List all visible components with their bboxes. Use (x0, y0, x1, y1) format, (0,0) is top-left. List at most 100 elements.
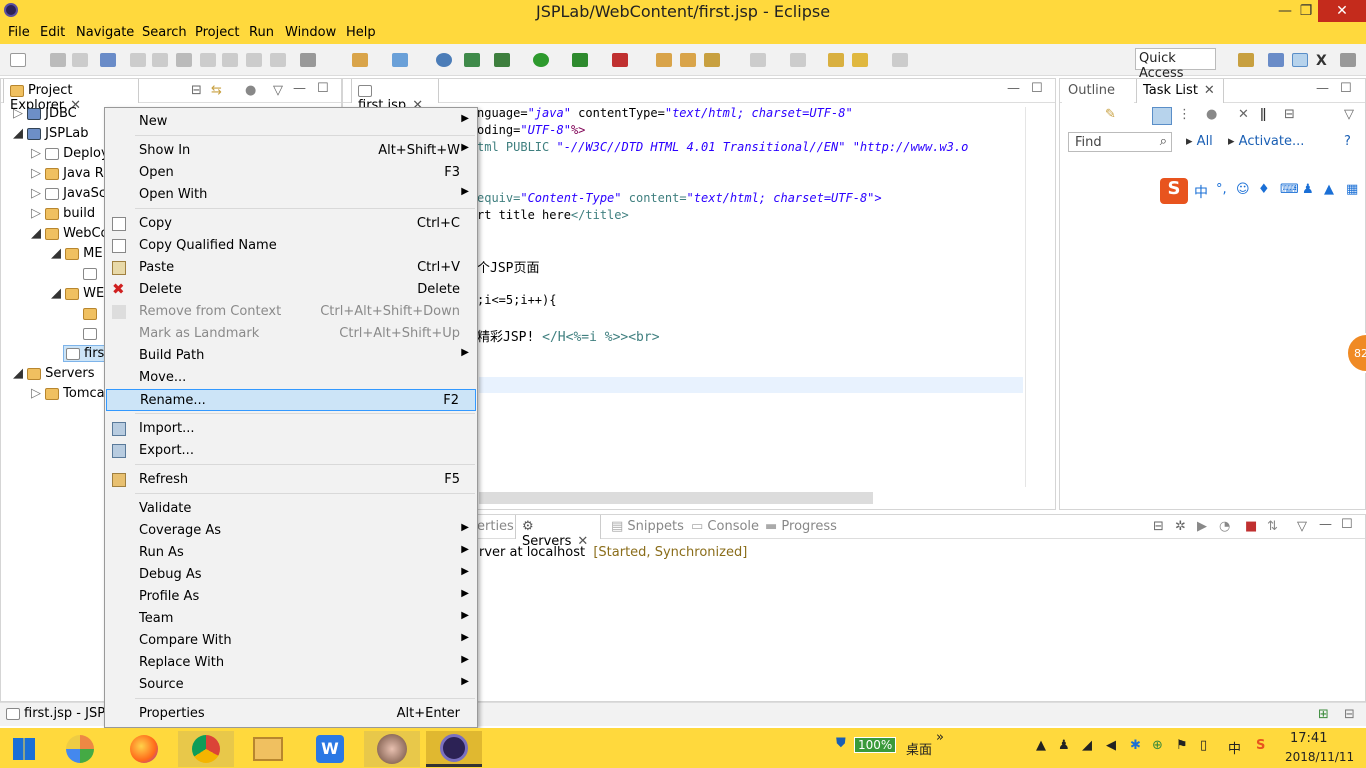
eclipse-taskbar-icon[interactable] (426, 731, 482, 767)
step-into-icon[interactable] (222, 53, 238, 67)
tab-properties[interactable]: erties (477, 519, 514, 534)
maximize-view-icon[interactable]: ☐ (317, 81, 329, 96)
run-icon[interactable] (533, 53, 549, 67)
quick-access-field[interactable]: Quick Access (1135, 48, 1216, 81)
menu-item-open-with[interactable]: Open With ▶ (106, 184, 476, 206)
debug-perspective-icon[interactable] (1292, 53, 1308, 67)
ime-indicator[interactable]: 中 (1228, 738, 1241, 757)
tab-project-explorer[interactable]: Project Explorer ✕ (3, 79, 139, 113)
debug-server-icon[interactable]: ✲ (1175, 519, 1186, 534)
collapse-all-icon[interactable]: ⊟ (1153, 519, 1164, 534)
activate-link[interactable]: ▸ Activate... (1228, 134, 1304, 149)
tab-outline[interactable]: Outline (1062, 79, 1134, 103)
menu-item-source[interactable]: Source ▶ (106, 674, 476, 696)
view-menu-icon[interactable]: ▽ (1344, 107, 1354, 122)
minimize-view-icon[interactable]: — (293, 81, 306, 96)
tree-item-manifest[interactable] (83, 266, 101, 281)
menu-item-profile-as[interactable]: Profile As ▶ (106, 586, 476, 608)
notification-icon[interactable]: ♟ (1058, 738, 1070, 753)
menu-item-compare-with[interactable]: Compare With ▶ (106, 630, 476, 652)
menu-item-remove-from-context[interactable]: Remove from Context Ctrl+Alt+Shift+Down (106, 301, 476, 323)
menu-item-debug-as[interactable]: Debug As ▶ (106, 564, 476, 586)
app-tray-icon[interactable]: ⊕ (1152, 738, 1163, 753)
all-link[interactable]: ▸ All (1186, 134, 1213, 149)
forward-icon[interactable] (892, 53, 908, 67)
tree-item-deploy[interactable]: ▷ Deploy (31, 146, 109, 161)
hide-completed-icon[interactable]: ✕ (1238, 107, 1249, 122)
code-line-5[interactable]: rt title here</title> (477, 208, 629, 222)
tree-item-webcontent[interactable]: ◢ WebCo (31, 226, 109, 241)
menu-project[interactable]: Project (195, 25, 239, 40)
menu-item-refresh[interactable]: Refresh F5 (106, 469, 476, 491)
horizontal-scrollbar[interactable] (479, 492, 873, 504)
help-icon[interactable]: ? (1344, 134, 1351, 149)
menu-item-properties[interactable]: Properties Alt+Enter (106, 703, 476, 725)
publish-icon[interactable]: ⇅ (1267, 519, 1278, 534)
tablet-icon[interactable]: ▯ (1200, 738, 1207, 753)
new-server-icon[interactable] (352, 53, 368, 67)
menu-item-copy[interactable]: Copy Ctrl+C (106, 213, 476, 235)
collapse-icon[interactable]: ⊟ (1284, 107, 1295, 122)
menu-search[interactable]: Search (142, 25, 187, 40)
tab-progress[interactable]: ▬ Progress (765, 519, 837, 534)
tree-item-lib[interactable] (83, 306, 101, 321)
step-return-icon[interactable] (270, 53, 286, 67)
menu-window[interactable]: Window (285, 25, 336, 40)
menu-item-paste[interactable]: Paste Ctrl+V (106, 257, 476, 279)
menu-item-import[interactable]: Import... (106, 418, 476, 440)
close-button[interactable]: ✕ (1318, 0, 1366, 22)
sogou-tray-icon[interactable]: S (1256, 738, 1265, 753)
chevron-icon[interactable]: » (936, 730, 944, 745)
disconnect-icon[interactable] (200, 53, 216, 67)
step-over-icon[interactable] (246, 53, 262, 67)
tree-item-first-jsp[interactable]: firs (63, 345, 108, 362)
star-icon[interactable]: ✱ (1130, 738, 1141, 753)
tree-item-build[interactable]: ▷ build (31, 206, 95, 221)
tree-item-servers[interactable]: ◢ Servers (13, 366, 95, 381)
new-task-icon[interactable]: ✎ (1105, 107, 1116, 122)
vertical-scrollbar[interactable] (1025, 107, 1026, 487)
focus-icon[interactable]: ● (1206, 107, 1217, 122)
tree-item-java-resources[interactable]: ▷ Java R (31, 166, 104, 181)
scheduled-icon[interactable]: ⋮ (1178, 107, 1191, 122)
tab-console[interactable]: ▭ Console (691, 519, 759, 534)
volume-icon[interactable]: ◀ (1106, 738, 1116, 753)
open-task-icon[interactable] (680, 53, 696, 67)
menu-item-mark-as-landmark[interactable]: Mark as Landmark Ctrl+Alt+Shift+Up (106, 323, 476, 345)
menu-file[interactable]: File (8, 25, 30, 40)
run-coverage-icon[interactable] (572, 53, 588, 67)
filter-icon[interactable]: ● (245, 83, 256, 98)
menu-edit[interactable]: Edit (40, 25, 65, 40)
show-hidden-icon[interactable]: ▲ (1036, 738, 1046, 753)
menu-item-validate[interactable]: Validate (106, 498, 476, 520)
shield-icon[interactable]: ⛊ (836, 736, 846, 751)
tree-item-jdbc[interactable]: ▷ JDBC (13, 106, 77, 121)
menu-item-rename[interactable]: Rename... F2 (106, 389, 476, 411)
globe-icon[interactable] (436, 53, 452, 67)
skip-breakpoints-icon[interactable] (100, 53, 116, 67)
link-editor-icon[interactable]: ⇆ (211, 83, 222, 98)
code-line-1[interactable]: nguage="java" contentType="text/html; ch… (477, 106, 853, 120)
ime-toolbar[interactable]: S 中 °, ☺ ♦ ⌨ ♟ ▲ ▦ (1160, 178, 1360, 204)
stop-server-icon[interactable]: ■ (1245, 519, 1257, 534)
open-type-icon[interactable] (656, 53, 672, 67)
tab-first-jsp[interactable]: first.jsp ✕ (351, 79, 439, 113)
menu-item-delete[interactable]: ✖ Delete Delete (106, 279, 476, 301)
menu-item-run-as[interactable]: Run As ▶ (106, 542, 476, 564)
server-row[interactable]: rver at localhost [Started, Synchronized… (479, 545, 747, 560)
tree-item-meta-inf[interactable]: ◢ ME (51, 246, 103, 261)
find-input[interactable]: Find ⌕ (1068, 132, 1172, 152)
tab-snippets[interactable]: ▤ Snippets (611, 519, 684, 534)
server-status-icon[interactable]: ⊞ (1318, 707, 1329, 722)
view-menu-icon[interactable]: ▽ (273, 83, 283, 98)
minimize-editor-icon[interactable]: — (1007, 81, 1020, 96)
maximize-view-icon[interactable]: ☐ (1341, 517, 1353, 532)
menu-run[interactable]: Run (249, 25, 274, 40)
menu-item-build-path[interactable]: Build Path ▶ (106, 345, 476, 367)
tab-task-list[interactable]: Task List ✕ (1136, 79, 1224, 103)
tree-item-tomcat[interactable]: ▷ Tomca (31, 386, 105, 401)
menu-item-export[interactable]: Export... (106, 440, 476, 462)
code-line-6[interactable]: 个JSP页面 (477, 257, 539, 276)
menu-item-copy-qualified-name[interactable]: Copy Qualified Name (106, 235, 476, 257)
wifi-icon[interactable]: ◢ (1082, 738, 1092, 753)
